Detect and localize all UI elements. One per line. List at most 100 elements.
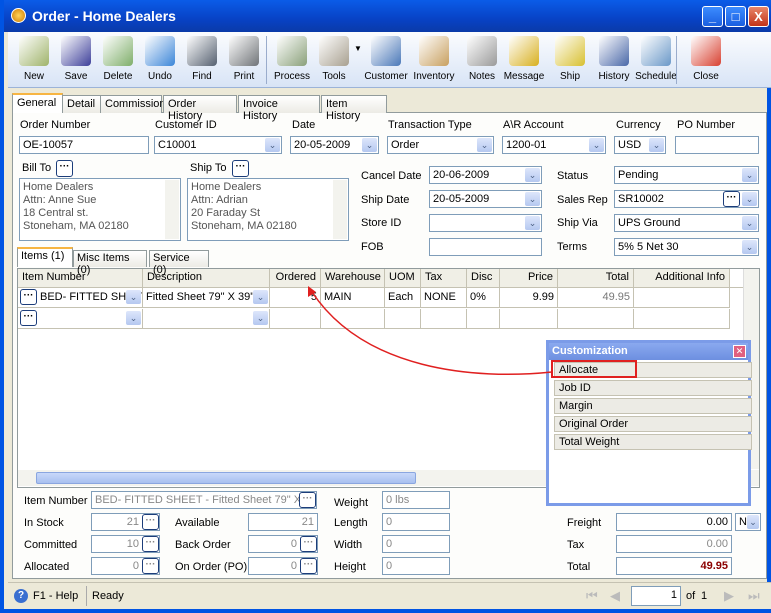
committed-lookup-button[interactable]: ··· bbox=[142, 536, 159, 552]
fob-label: FOB bbox=[361, 241, 384, 253]
terms-label: Terms bbox=[557, 241, 587, 253]
order-number-label: Order Number bbox=[20, 119, 91, 131]
in-stock-field[interactable]: 21 ··· bbox=[91, 513, 160, 531]
allocated-value: 0 bbox=[132, 560, 139, 572]
length-field[interactable]: 0 bbox=[382, 513, 450, 531]
transaction-type-dropdown-icon[interactable]: ⌄ bbox=[477, 138, 492, 152]
dropdown-icon[interactable]: ⌄ bbox=[747, 515, 759, 529]
freight-label: Freight bbox=[567, 517, 602, 529]
committed-value: 10 bbox=[126, 538, 139, 550]
on-order-field[interactable]: 0 ··· bbox=[248, 557, 318, 575]
status-bar: ? F1 - Help Ready ⏮ ◀ 1 of 1 ▶ ⏭ bbox=[8, 582, 771, 609]
cancel-date-field[interactable]: 20-06-2009 ⌄ bbox=[429, 166, 542, 184]
ship-via-field[interactable]: UPS Ground ⌄ bbox=[614, 214, 759, 232]
customer-id-field[interactable]: C10001 ⌄ bbox=[154, 136, 282, 154]
item-number-label: Item Number bbox=[24, 495, 88, 507]
highlight-box bbox=[551, 360, 637, 378]
weight-value: 0 lbs bbox=[386, 494, 410, 506]
ship-date-field[interactable]: 20-05-2009 ⌄ bbox=[429, 190, 542, 208]
back-order-lookup-button[interactable]: ··· bbox=[300, 536, 317, 552]
tab-order-history[interactable]: Order History bbox=[163, 95, 237, 122]
allocated-label: Allocated bbox=[24, 561, 70, 573]
ship-date-label: Ship Date bbox=[361, 194, 410, 206]
item-number-field[interactable]: BED- FITTED SHEET - Fitted Sheet 79" X 3… bbox=[91, 491, 317, 509]
freight-field[interactable]: 0.00 bbox=[616, 513, 732, 531]
transaction-type-label: Transaction Type bbox=[388, 119, 472, 131]
sales-rep-value: SR10002 bbox=[618, 193, 664, 205]
status-text: Ready bbox=[92, 590, 124, 602]
prev-page-icon[interactable]: ◀ bbox=[610, 588, 620, 604]
weight-field[interactable]: 0 lbs bbox=[382, 491, 450, 509]
item-tab-0[interactable]: Items (1) bbox=[17, 247, 73, 267]
po-number-field[interactable] bbox=[675, 136, 759, 154]
help-label[interactable]: F1 - Help bbox=[33, 590, 78, 602]
next-page-icon[interactable]: ▶ bbox=[724, 588, 734, 604]
last-page-icon[interactable]: ⏭ bbox=[748, 588, 760, 604]
customer-id-label: Customer ID bbox=[155, 119, 217, 131]
currency-value: USD bbox=[618, 139, 642, 151]
tab-invoice-history[interactable]: Invoice History bbox=[238, 95, 320, 122]
date-label: Date bbox=[292, 119, 316, 131]
store-id-dropdown-icon[interactable]: ⌄ bbox=[525, 216, 540, 230]
tab-item-history[interactable]: Item History bbox=[321, 95, 387, 122]
total-field[interactable]: 49.95 bbox=[616, 557, 732, 575]
freight-code: N bbox=[739, 516, 747, 528]
freight-code-select[interactable]: N ⌄ bbox=[735, 513, 761, 531]
status-label: Status bbox=[557, 170, 589, 182]
committed-field[interactable]: 10 ··· bbox=[91, 535, 160, 553]
date-field[interactable]: 20-05-2009 ⌄ bbox=[290, 136, 379, 154]
in-stock-lookup-button[interactable]: ··· bbox=[142, 514, 159, 530]
transaction-type-field[interactable]: Order ⌄ bbox=[387, 136, 494, 154]
sales-rep-lookup-button[interactable]: ··· bbox=[723, 191, 740, 207]
transaction-type-value: Order bbox=[391, 139, 420, 151]
tab-commission[interactable]: Commission bbox=[100, 95, 166, 113]
status-dropdown-icon[interactable]: ⌄ bbox=[742, 168, 757, 182]
currency-field[interactable]: USD ⌄ bbox=[614, 136, 666, 154]
item-tab-2[interactable]: Service (0) bbox=[149, 250, 209, 276]
terms-dropdown-icon[interactable]: ⌄ bbox=[742, 240, 757, 254]
item-number-value: BED- FITTED SHEET - Fitted Sheet 79" X 3… bbox=[95, 494, 317, 506]
allocated-field[interactable]: 0 ··· bbox=[91, 557, 160, 575]
ship-via-dropdown-icon[interactable]: ⌄ bbox=[742, 216, 757, 230]
order-window: Order - Home Dealers _ □ X New Save Delete… bbox=[0, 0, 771, 613]
terms-field[interactable]: 5% 5 Net 30 ⌄ bbox=[614, 238, 759, 256]
back-order-field[interactable]: 0 ··· bbox=[248, 535, 318, 553]
page-input[interactable]: 1 bbox=[631, 586, 681, 606]
ship-date-dropdown-icon[interactable]: ⌄ bbox=[525, 192, 540, 206]
status-field[interactable]: Pending ⌄ bbox=[614, 166, 759, 184]
tax-value: 0.00 bbox=[706, 538, 728, 550]
ar-account-dropdown-icon[interactable]: ⌄ bbox=[589, 138, 604, 152]
item-number-lookup-button[interactable]: ··· bbox=[299, 492, 316, 508]
cancel-date-dropdown-icon[interactable]: ⌄ bbox=[525, 168, 540, 182]
in-stock-value: 21 bbox=[126, 516, 139, 528]
sales-rep-dropdown-icon[interactable]: ⌄ bbox=[742, 192, 757, 206]
arrow-line bbox=[311, 291, 553, 376]
width-field[interactable]: 0 bbox=[382, 535, 450, 553]
on-order-lookup-button[interactable]: ··· bbox=[300, 558, 317, 574]
available-value: 21 bbox=[301, 516, 314, 528]
sales-rep-field[interactable]: SR10002 ⌄ ··· bbox=[614, 190, 759, 208]
currency-dropdown-icon[interactable]: ⌄ bbox=[649, 138, 664, 152]
customer-id-value: C10001 bbox=[158, 139, 197, 151]
order-number-field[interactable]: OE-10057 bbox=[19, 136, 149, 154]
back-order-value: 0 bbox=[290, 538, 297, 550]
length-label: Length bbox=[334, 517, 368, 529]
ar-account-field[interactable]: 1200-01 ⌄ bbox=[502, 136, 606, 154]
height-value: 0 bbox=[386, 560, 393, 572]
tab-general[interactable]: General bbox=[12, 93, 63, 113]
terms-value: 5% 5 Net 30 bbox=[618, 241, 679, 253]
date-dropdown-icon[interactable]: ⌄ bbox=[362, 138, 377, 152]
allocated-lookup-button[interactable]: ··· bbox=[142, 558, 159, 574]
on-order-value: 0 bbox=[290, 560, 297, 572]
width-label: Width bbox=[334, 539, 363, 551]
height-field[interactable]: 0 bbox=[382, 557, 450, 575]
status-value: Pending bbox=[618, 169, 659, 181]
tax-field[interactable]: 0.00 bbox=[616, 535, 732, 553]
first-page-icon[interactable]: ⏮ bbox=[586, 588, 598, 604]
customer-id-dropdown-icon[interactable]: ⌄ bbox=[265, 138, 280, 152]
total-label: Total bbox=[567, 561, 591, 573]
store-id-field[interactable]: ⌄ bbox=[429, 214, 542, 232]
item-tab-1[interactable]: Misc Items (0) bbox=[73, 250, 147, 276]
available-field[interactable]: 21 bbox=[248, 513, 318, 531]
fob-field[interactable] bbox=[429, 238, 542, 256]
